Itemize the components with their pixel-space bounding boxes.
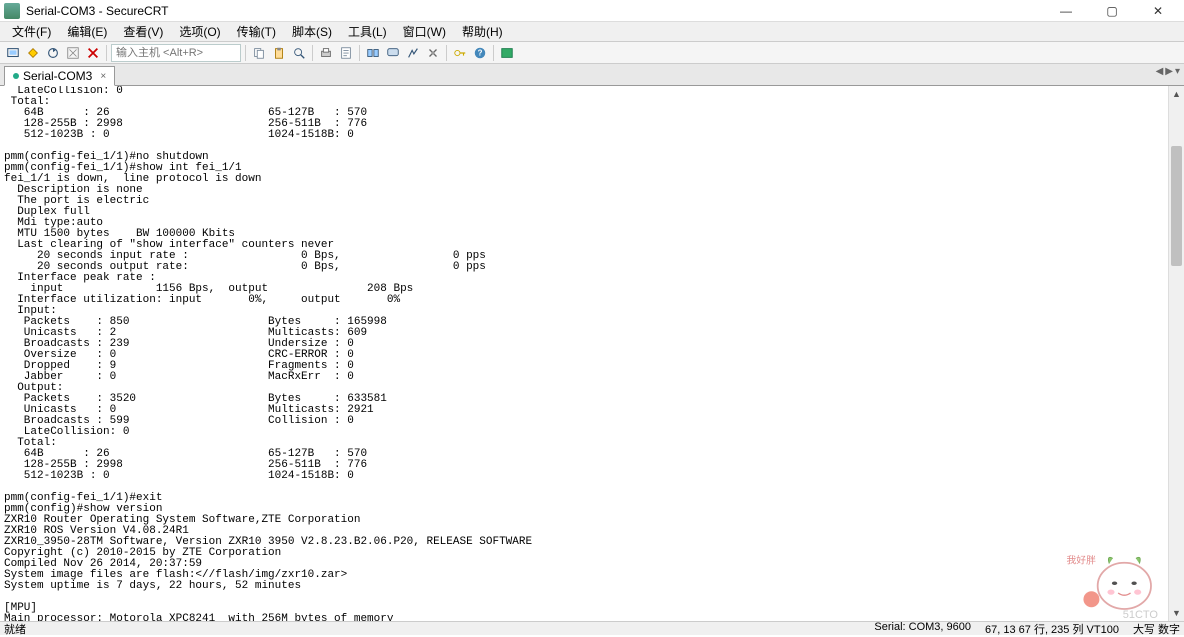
separator <box>493 45 494 61</box>
menu-options[interactable]: 选项(O) <box>171 21 228 42</box>
session-icon[interactable] <box>364 44 382 62</box>
tab-label: Serial-COM3 <box>23 69 92 83</box>
help-icon[interactable]: ? <box>471 44 489 62</box>
host-input[interactable] <box>111 44 241 62</box>
tab-close-icon[interactable]: × <box>100 71 106 82</box>
print-icon[interactable] <box>317 44 335 62</box>
maximize-button[interactable]: ▢ <box>1098 2 1126 20</box>
menu-window[interactable]: 窗口(W) <box>395 21 454 42</box>
titlebar: Serial-COM3 - SecureCRT — ▢ ✕ <box>0 0 1184 22</box>
separator <box>106 45 107 61</box>
menu-script[interactable]: 脚本(S) <box>284 21 340 42</box>
status-position: 67, 13 67 行, 235 列 VT100 <box>985 621 1119 637</box>
quick-connect-icon[interactable] <box>24 44 42 62</box>
tools-icon[interactable] <box>424 44 442 62</box>
menu-tools[interactable]: 工具(L) <box>340 21 395 42</box>
separator <box>359 45 360 61</box>
disconnect-icon[interactable] <box>64 44 82 62</box>
terminal-output[interactable]: LateCollision: 0 Total: 64B : 26 65-127B… <box>0 86 1168 621</box>
tab-status-icon <box>13 73 19 79</box>
separator <box>446 45 447 61</box>
chat-icon[interactable] <box>384 44 402 62</box>
tabbar: Serial-COM3 × ◀ ▶ ▾ <box>0 64 1184 86</box>
menu-transfer[interactable]: 传输(T) <box>229 21 284 42</box>
menu-help[interactable]: 帮助(H) <box>454 21 511 42</box>
terminal-text: LateCollision: 0 Total: 64B : 26 65-127B… <box>4 86 532 621</box>
tab-nav: ◀ ▶ ▾ <box>1156 66 1180 77</box>
window-controls: — ▢ ✕ <box>1052 2 1180 20</box>
scroll-thumb[interactable] <box>1171 146 1182 266</box>
window-title: Serial-COM3 - SecureCRT <box>26 4 1052 18</box>
scroll-up-icon[interactable]: ▲ <box>1169 86 1184 102</box>
menu-file[interactable]: 文件(F) <box>4 21 59 42</box>
copy-icon[interactable] <box>250 44 268 62</box>
minimize-button[interactable]: — <box>1052 2 1080 20</box>
menu-edit[interactable]: 编辑(E) <box>59 21 115 42</box>
toolbar: ? <box>0 42 1184 64</box>
menu-view[interactable]: 查看(V) <box>115 21 171 42</box>
connect-icon[interactable] <box>4 44 22 62</box>
tab-menu-icon[interactable]: ▾ <box>1175 66 1180 77</box>
status-connection: Serial: COM3, 9600 <box>874 621 971 637</box>
separator <box>312 45 313 61</box>
menubar: 文件(F) 编辑(E) 查看(V) 选项(O) 传输(T) 脚本(S) 工具(L… <box>0 22 1184 42</box>
status-caps: 大写 数字 <box>1133 621 1180 637</box>
tab-prev-icon[interactable]: ◀ <box>1156 66 1164 77</box>
close-button[interactable]: ✕ <box>1144 2 1172 20</box>
find-icon[interactable] <box>290 44 308 62</box>
status-ready: 就绪 <box>4 621 874 637</box>
tab-next-icon[interactable]: ▶ <box>1165 66 1173 77</box>
cancel-icon[interactable] <box>84 44 102 62</box>
about-icon[interactable] <box>498 44 516 62</box>
scroll-down-icon[interactable]: ▼ <box>1169 605 1184 621</box>
separator <box>245 45 246 61</box>
log-icon[interactable] <box>337 44 355 62</box>
tab-serial-com3[interactable]: Serial-COM3 × <box>4 66 115 86</box>
key-icon[interactable] <box>451 44 469 62</box>
app-icon <box>4 3 20 19</box>
statusbar: 就绪 Serial: COM3, 9600 67, 13 67 行, 235 列… <box>0 621 1184 635</box>
reconnect-icon[interactable] <box>44 44 62 62</box>
options-icon[interactable] <box>404 44 422 62</box>
paste-icon[interactable] <box>270 44 288 62</box>
svg-text:?: ? <box>478 48 483 57</box>
scrollbar[interactable]: ▲ ▼ <box>1168 86 1184 621</box>
